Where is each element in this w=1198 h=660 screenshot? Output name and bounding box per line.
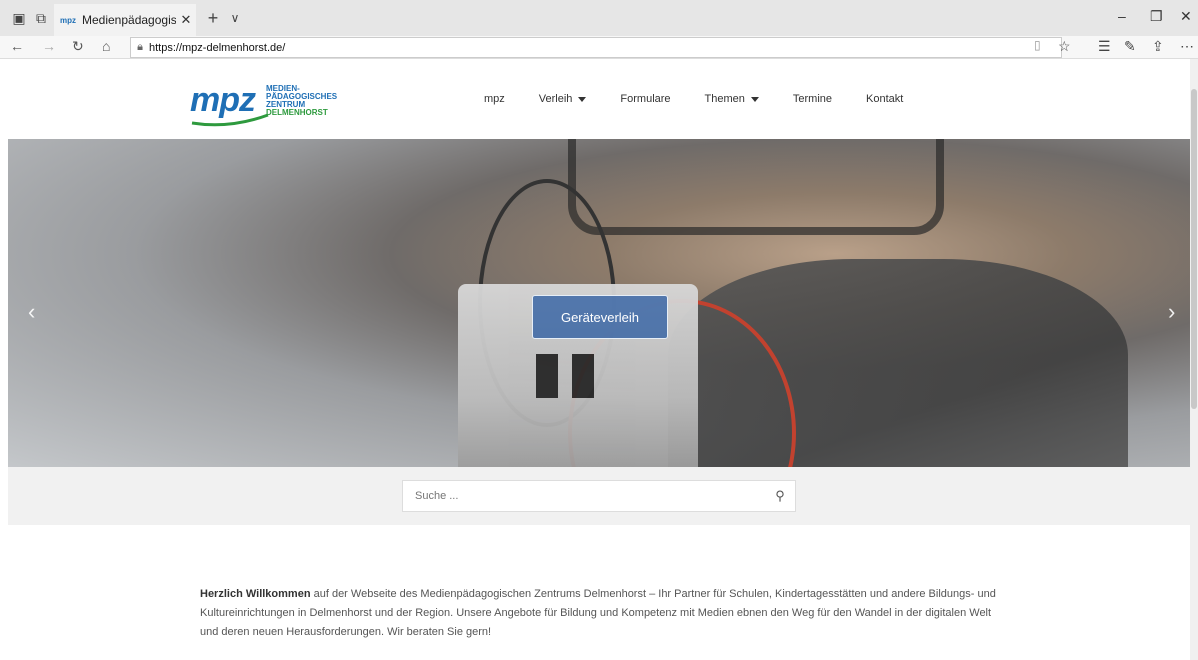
menu-item-formulare[interactable]: Formulare <box>620 93 670 105</box>
search-box: ⚲ <box>402 480 796 512</box>
logo-swoosh-icon <box>191 113 269 127</box>
back-icon[interactable]: ← <box>10 38 24 54</box>
site-header: mpz MEDIEN- PÄDAGOGISCHES ZENTRUM DELMEN… <box>0 59 1190 139</box>
page-scrollbar[interactable] <box>1190 59 1198 660</box>
favorites-hub-icon[interactable]: ☰ <box>1098 38 1111 55</box>
logo-subtitle: MEDIEN- PÄDAGOGISCHES ZENTRUM DELMENHORS… <box>266 85 337 117</box>
mpz-logo[interactable]: mpz MEDIEN- PÄDAGOGISCHES ZENTRUM DELMEN… <box>190 73 360 133</box>
search-input[interactable] <box>403 489 765 503</box>
menu-item-verleih[interactable]: Verleih <box>539 93 587 105</box>
window-close-icon[interactable]: ✕ <box>1180 8 1192 25</box>
url-text: https://mpz-delmenhorst.de/ <box>149 41 286 54</box>
main-menu: mpz Verleih Formulare Themen Termine Kon… <box>484 93 903 105</box>
intro-bold: Herzlich Willkommen <box>200 588 311 600</box>
refresh-icon[interactable]: ↻ <box>72 38 84 55</box>
search-section: ⚲ <box>8 467 1190 525</box>
url-field[interactable]: 🔒︎ https://mpz-delmenhorst.de/ <box>130 37 1062 58</box>
menu-item-kontakt[interactable]: Kontakt <box>866 93 903 105</box>
minimize-icon[interactable]: – <box>1118 8 1126 24</box>
hero-slide-label[interactable]: Geräteverleih <box>532 295 668 339</box>
browser-tab-bar: ▣ ⧉ mpz Medienpädagogisches Z ✕ + ∨ – ❐ … <box>0 0 1198 36</box>
hero-slider: ‹ › Geräteverleih <box>8 139 1190 467</box>
menu-item-termine[interactable]: Termine <box>793 93 832 105</box>
more-icon[interactable]: ⋯ <box>1180 38 1194 55</box>
notes-pen-icon[interactable]: ✎ <box>1124 38 1136 55</box>
tab-title: Medienpädagogisches Z <box>82 13 176 27</box>
browser-tab[interactable]: mpz Medienpädagogisches Z ✕ <box>54 4 196 36</box>
home-icon[interactable]: ⌂ <box>102 38 110 54</box>
restore-icon[interactable]: ❐ <box>1150 8 1163 25</box>
search-icon[interactable]: ⚲ <box>765 488 795 504</box>
slider-prev-arrow[interactable]: ‹ <box>28 299 35 325</box>
close-tab-icon[interactable]: ✕ <box>176 12 196 28</box>
scrollbar-thumb[interactable] <box>1191 89 1197 409</box>
lock-icon: 🔒︎ <box>137 41 143 53</box>
reading-view-icon[interactable]: ▯ <box>1034 38 1041 52</box>
tab-preview-icon[interactable]: ▣ <box>10 9 28 27</box>
tab-menu-chevron-icon[interactable]: ∨ <box>226 9 244 27</box>
logo-line-4: DELMENHORST <box>266 108 328 117</box>
intro-text: auf der Webseite des Medienpädagogischen… <box>200 588 996 638</box>
favicon-icon: mpz <box>60 15 76 25</box>
hero-photo-glasses <box>568 139 944 235</box>
slider-next-arrow[interactable]: › <box>1168 299 1175 325</box>
menu-item-themen[interactable]: Themen <box>705 93 759 105</box>
new-tab-button[interactable]: + <box>204 8 222 28</box>
menu-item-mpz[interactable]: mpz <box>484 93 505 105</box>
intro-paragraph: Herzlich Willkommen auf der Webseite des… <box>200 585 1000 642</box>
browser-address-bar: ← → ↻ ⌂ 🔒︎ https://mpz-delmenhorst.de/ ▯… <box>0 36 1198 59</box>
dropdown-caret-icon <box>578 96 587 102</box>
forward-icon[interactable]: → <box>42 38 56 54</box>
favorite-star-icon[interactable]: ☆ <box>1058 38 1071 55</box>
share-icon[interactable]: ⇪ <box>1152 38 1164 55</box>
dropdown-caret-icon <box>750 96 759 102</box>
set-aside-tabs-icon[interactable]: ⧉ <box>32 9 50 27</box>
